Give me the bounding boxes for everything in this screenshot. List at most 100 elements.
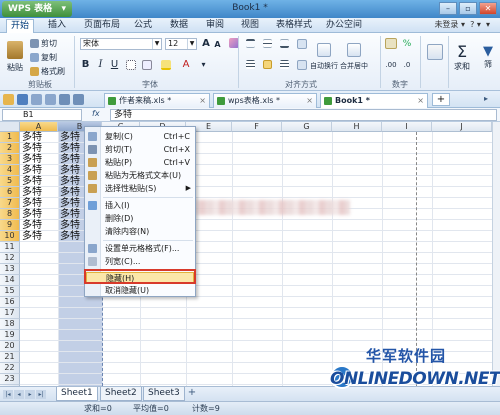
row-header[interactable]: 14 <box>0 275 20 286</box>
menu-item-insert[interactable]: 插入(I) <box>85 200 195 211</box>
align-left-icon[interactable] <box>245 59 256 70</box>
menu-item-copy[interactable]: 复制(C) Ctrl+C <box>85 131 195 142</box>
add-sheet-icon[interactable]: + <box>186 388 198 400</box>
sum-button[interactable]: Σ 求和 <box>451 37 473 77</box>
align-middle-icon[interactable] <box>262 38 273 49</box>
fx-icon[interactable]: fx <box>92 109 100 118</box>
decrease-decimal-icon[interactable]: .0 <box>400 58 414 71</box>
filter-button[interactable]: ▼ 筛 <box>477 37 499 77</box>
outdent-icon[interactable] <box>296 59 308 71</box>
row-header[interactable]: 5 <box>0 176 20 187</box>
align-center-icon[interactable] <box>262 59 273 70</box>
cell-a[interactable]: 多特 <box>20 231 42 242</box>
row-header[interactable]: 15 <box>0 286 20 297</box>
shrink-font-icon[interactable]: A <box>213 39 222 49</box>
cell-b[interactable]: 多特 <box>58 198 80 209</box>
row-header[interactable]: 2 <box>0 143 20 154</box>
cell-a[interactable]: 多特 <box>20 176 42 187</box>
percent-icon[interactable]: % <box>400 37 414 50</box>
cell-b[interactable]: 多特 <box>58 132 80 143</box>
cell-b[interactable]: 多特 <box>58 143 80 154</box>
row-header[interactable]: 21 <box>0 352 20 363</box>
currency-icon[interactable] <box>384 37 398 50</box>
close-tab-icon[interactable]: × <box>417 94 424 107</box>
first-sheet-icon[interactable]: |◂ <box>3 390 13 399</box>
menu-item-cut[interactable]: 剪切(T) Ctrl+X <box>85 144 195 155</box>
column-header-a[interactable]: A <box>20 122 58 132</box>
row-header[interactable]: 17 <box>0 308 20 319</box>
preview-icon[interactable] <box>45 94 56 105</box>
menu-item-paste-special[interactable]: 选择性粘贴(S) ▶ <box>85 183 195 194</box>
tab-list-icon[interactable]: ▸ <box>484 94 488 103</box>
cell-b[interactable]: 多特 <box>58 165 80 176</box>
wrap-text-button[interactable]: 自动换行 <box>310 37 338 77</box>
column-header-j[interactable]: J <box>432 122 492 132</box>
menu-item-clear[interactable]: 清除内容(N) <box>85 226 195 237</box>
cell-a[interactable]: 多特 <box>20 154 42 165</box>
cell-a[interactable]: 多特 <box>20 187 42 198</box>
tab-review[interactable]: 审阅 <box>206 19 224 33</box>
row-header[interactable]: 1 <box>0 132 20 143</box>
cell-a[interactable]: 多特 <box>20 220 42 231</box>
doc-tab-2[interactable]: wps表格.xls * × <box>213 93 317 108</box>
column-header-i[interactable]: I <box>382 122 432 132</box>
prev-sheet-icon[interactable]: ◂ <box>14 390 24 399</box>
close-tab-icon[interactable]: × <box>199 94 206 107</box>
copy-button[interactable]: 复制 <box>30 51 57 63</box>
italic-icon[interactable]: I <box>95 59 106 70</box>
tab-table-style[interactable]: 表格样式 <box>276 19 312 33</box>
sheet-tab-2[interactable]: Sheet2 <box>100 387 142 401</box>
row-header[interactable]: 12 <box>0 253 20 264</box>
row-header[interactable]: 16 <box>0 297 20 308</box>
last-sheet-icon[interactable]: ▸| <box>36 390 46 399</box>
cut-button[interactable]: 剪切 <box>30 37 57 49</box>
grow-font-icon[interactable]: A <box>201 37 211 49</box>
cell-a[interactable]: 多特 <box>20 209 42 220</box>
row-header[interactable]: 9 <box>0 220 20 231</box>
menu-item-column-width[interactable]: 列宽(C)... <box>85 256 195 267</box>
tab-insert[interactable]: 插入 <box>48 19 66 33</box>
merge-center-button[interactable]: 合并居中 <box>340 37 368 77</box>
redo-icon[interactable] <box>73 94 84 105</box>
dropdown-icon[interactable]: ▾ <box>198 59 209 70</box>
row-header[interactable]: 7 <box>0 198 20 209</box>
cell-b[interactable]: 多特 <box>58 154 80 165</box>
minimize-icon[interactable]: – <box>439 2 457 15</box>
undo-icon[interactable] <box>59 94 70 105</box>
format-conditional-icon[interactable] <box>424 37 446 67</box>
close-tab-icon[interactable]: × <box>306 94 313 107</box>
row-header[interactable]: 4 <box>0 165 20 176</box>
align-top-icon[interactable] <box>245 38 256 49</box>
border-icon[interactable] <box>125 59 136 70</box>
save-icon[interactable] <box>17 94 28 105</box>
cell-b[interactable]: 多特 <box>58 187 80 198</box>
tab-office-space[interactable]: 办公空间 <box>326 19 362 33</box>
close-icon[interactable]: ✕ <box>479 2 497 15</box>
paste-button[interactable]: 粘贴 <box>4 37 26 77</box>
column-header-g[interactable]: G <box>282 122 332 132</box>
bold-icon[interactable]: B <box>80 59 91 70</box>
row-header[interactable]: 22 <box>0 363 20 374</box>
row-header[interactable]: 6 <box>0 187 20 198</box>
cell-b[interactable]: 多特 <box>58 231 80 242</box>
menu-item-paste[interactable]: 粘贴(P) Ctrl+V <box>85 157 195 168</box>
cell-a[interactable]: 多特 <box>20 132 42 143</box>
tab-page-layout[interactable]: 页面布局 <box>84 19 120 33</box>
row-header[interactable]: 19 <box>0 330 20 341</box>
sheet-tab-1[interactable]: Sheet1 <box>56 387 98 401</box>
cell-b[interactable]: 多特 <box>58 220 80 231</box>
row-header[interactable]: 10 <box>0 231 20 242</box>
font-size-combo[interactable]: 12 ▼ <box>165 38 197 50</box>
sheet-tab-3[interactable]: Sheet3 <box>143 387 185 401</box>
menu-item-format-cells[interactable]: 设置单元格格式(F)... <box>85 243 195 254</box>
login-status[interactable]: 未登录 ▾ ? ▾ ▾ <box>434 19 490 30</box>
name-box[interactable]: B1 <box>2 109 82 121</box>
new-tab-icon[interactable]: + <box>432 93 450 106</box>
align-right-icon[interactable] <box>279 59 290 70</box>
tab-data[interactable]: 数据 <box>170 19 188 33</box>
cell-b[interactable]: 多特 <box>58 176 80 187</box>
row-header[interactable]: 11 <box>0 242 20 253</box>
font-name-combo[interactable]: 宋体 ▼ <box>80 38 162 50</box>
align-bottom-icon[interactable] <box>279 38 290 49</box>
tab-home[interactable]: 开始 <box>6 19 35 33</box>
